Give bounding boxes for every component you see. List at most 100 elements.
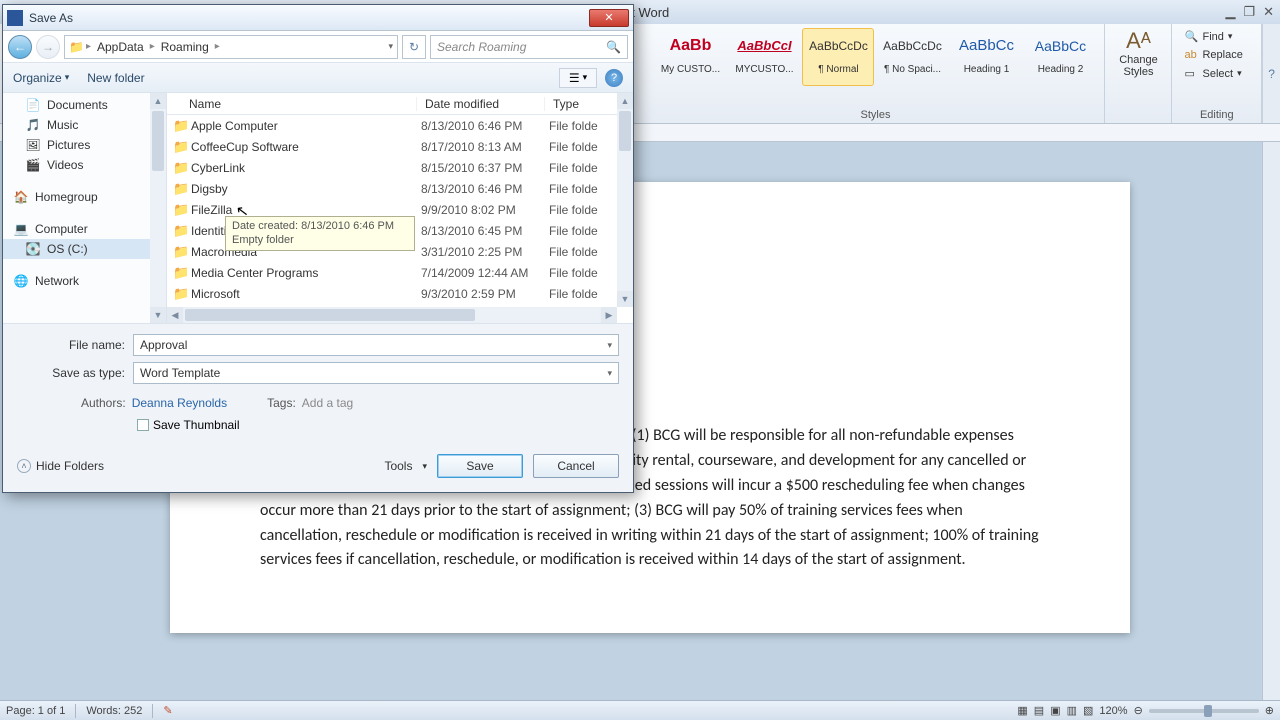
folder-icon: 📁 bbox=[173, 244, 191, 260]
editing-group-label: Editing bbox=[1180, 109, 1253, 121]
file-row[interactable]: 📁Apple Computer8/13/2010 6:46 PMFile fol… bbox=[167, 115, 633, 136]
file-row[interactable]: 📁Digsby8/13/2010 6:46 PMFile folde bbox=[167, 178, 633, 199]
view-draft-icon[interactable]: ▧ bbox=[1083, 704, 1093, 717]
scroll-down-icon[interactable]: ▼ bbox=[617, 291, 633, 307]
replace-button[interactable]: abReplace bbox=[1180, 47, 1246, 63]
save-thumbnail-label[interactable]: Save Thumbnail bbox=[153, 418, 240, 432]
vertical-scrollbar[interactable] bbox=[1262, 142, 1280, 700]
nav-item-music[interactable]: 🎵Music bbox=[3, 115, 166, 135]
style--normal[interactable]: AaBbCcDc¶ Normal bbox=[802, 28, 874, 86]
search-input[interactable]: Search Roaming 🔍 bbox=[430, 35, 628, 59]
style--no-spaci-[interactable]: AaBbCcDc¶ No Spaci... bbox=[876, 28, 948, 86]
filelist-hscrollbar[interactable]: ◀ ▶ bbox=[167, 307, 617, 323]
file-row[interactable]: 📁Media Center Programs7/14/2009 12:44 AM… bbox=[167, 262, 633, 283]
column-date[interactable]: Date modified bbox=[417, 97, 545, 111]
proofing-icon[interactable]: ✎ bbox=[163, 704, 172, 717]
dialog-fields: File name: Approval▾ Save as type: Word … bbox=[3, 323, 633, 446]
scroll-thumb[interactable] bbox=[619, 111, 631, 151]
minimize-icon[interactable]: ▁ bbox=[1225, 4, 1235, 20]
chevron-down-icon[interactable]: ▾ bbox=[607, 368, 612, 379]
dialog-titlebar[interactable]: Save As ✕ bbox=[3, 5, 633, 31]
zoom-slider[interactable] bbox=[1149, 709, 1259, 713]
file-row[interactable]: 📁Microsoft9/3/2010 2:59 PMFile folde bbox=[167, 283, 633, 304]
cancel-button[interactable]: Cancel bbox=[533, 454, 619, 478]
address-breadcrumb[interactable]: 📁▸ AppData▸ Roaming▸ ▾ bbox=[64, 35, 398, 59]
folder-icon: 📁 bbox=[69, 40, 84, 54]
scroll-down-icon[interactable]: ▼ bbox=[150, 307, 166, 323]
view-icon: ☰ bbox=[569, 71, 580, 85]
navigation-pane[interactable]: 📄Documents🎵Music🖼Pictures🎬Videos 🏠Homegro… bbox=[3, 93, 167, 323]
style-heading-1[interactable]: AaBbCcHeading 1 bbox=[950, 28, 1022, 86]
style-heading-2[interactable]: AaBbCcHeading 2 bbox=[1024, 28, 1096, 86]
savetype-select[interactable]: Word Template▾ bbox=[133, 362, 619, 384]
zoom-level[interactable]: 120% bbox=[1099, 705, 1127, 717]
folder-icon: 📁 bbox=[173, 223, 191, 239]
scroll-right-icon[interactable]: ▶ bbox=[601, 307, 617, 323]
authors-value[interactable]: Deanna Reynolds bbox=[132, 396, 227, 410]
select-button[interactable]: ▭Select ▾ bbox=[1180, 65, 1245, 82]
file-row[interactable]: 📁CoffeeCup Software8/17/2010 8:13 AMFile… bbox=[167, 136, 633, 157]
scroll-left-icon[interactable]: ◀ bbox=[167, 307, 183, 323]
tools-button[interactable]: Tools▾ bbox=[384, 459, 427, 473]
collapse-icon: ˄ bbox=[17, 459, 31, 473]
find-button[interactable]: 🔍Find ▾ bbox=[1180, 28, 1236, 45]
scroll-thumb[interactable] bbox=[152, 111, 164, 171]
navpane-scrollbar[interactable]: ▲ ▼ bbox=[150, 93, 166, 323]
restore-icon[interactable]: ❐ bbox=[1243, 4, 1255, 20]
find-icon: 🔍 bbox=[1184, 30, 1198, 43]
chevron-down-icon[interactable]: ▾ bbox=[388, 41, 393, 52]
view-read-icon[interactable]: ▤ bbox=[1034, 704, 1044, 717]
scroll-up-icon[interactable]: ▲ bbox=[150, 93, 166, 109]
folder-icon: 📁 bbox=[173, 181, 191, 197]
file-row[interactable]: 📁CyberLink8/15/2010 6:37 PMFile folde bbox=[167, 157, 633, 178]
styles-gallery[interactable]: AaBbMy CUSTO...AaBbCcIMYCUSTO...AaBbCcDc… bbox=[654, 28, 1096, 109]
tags-input[interactable]: Add a tag bbox=[302, 396, 353, 410]
save-thumbnail-checkbox[interactable] bbox=[137, 419, 149, 431]
help-icon[interactable]: ? bbox=[1262, 24, 1280, 123]
refresh-button[interactable]: ↻ bbox=[402, 35, 426, 59]
nav-item-computer[interactable]: 💻Computer bbox=[3, 219, 166, 239]
style-my-custo-[interactable]: AaBbMy CUSTO... bbox=[654, 28, 726, 86]
nav-item-os-c-[interactable]: 💽OS (C:) bbox=[3, 239, 166, 259]
organize-button[interactable]: Organize▾ bbox=[13, 71, 69, 85]
save-button[interactable]: Save bbox=[437, 454, 523, 478]
nav-icon: 💻 bbox=[13, 222, 29, 236]
new-folder-button[interactable]: New folder bbox=[87, 71, 144, 85]
forward-button[interactable]: → bbox=[36, 35, 60, 59]
style-mycusto-[interactable]: AaBbCcIMYCUSTO... bbox=[728, 28, 800, 86]
dialog-toolbar: Organize▾ New folder ☰▾ ? bbox=[3, 63, 633, 93]
view-web-icon[interactable]: ▣ bbox=[1050, 704, 1060, 717]
scroll-thumb[interactable] bbox=[185, 309, 475, 321]
nav-item-network[interactable]: 🌐Network bbox=[3, 271, 166, 291]
filelist-vscrollbar[interactable]: ▲ ▼ bbox=[617, 93, 633, 307]
breadcrumb-segment[interactable]: AppData bbox=[93, 40, 148, 54]
word-count[interactable]: Words: 252 bbox=[86, 705, 142, 717]
zoom-out-button[interactable]: ⊖ bbox=[1134, 704, 1143, 717]
view-print-icon[interactable]: ▦ bbox=[1017, 704, 1027, 717]
dialog-close-button[interactable]: ✕ bbox=[589, 9, 629, 27]
nav-icon: 🎵 bbox=[25, 118, 41, 132]
view-outline-icon[interactable]: ▥ bbox=[1067, 704, 1077, 717]
zoom-in-button[interactable]: ⊕ bbox=[1265, 704, 1274, 717]
change-styles-button[interactable]: Aᴬ Change Styles bbox=[1113, 28, 1163, 78]
savetype-label: Save as type: bbox=[11, 366, 133, 380]
page-indicator[interactable]: Page: 1 of 1 bbox=[6, 705, 65, 717]
back-button[interactable]: ← bbox=[8, 35, 32, 59]
chevron-down-icon[interactable]: ▾ bbox=[607, 340, 612, 351]
nav-item-homegroup[interactable]: 🏠Homegroup bbox=[3, 187, 166, 207]
breadcrumb-segment[interactable]: Roaming bbox=[157, 40, 213, 54]
hide-folders-button[interactable]: ˄ Hide Folders bbox=[17, 459, 104, 473]
help-button[interactable]: ? bbox=[605, 69, 623, 87]
nav-item-videos[interactable]: 🎬Videos bbox=[3, 155, 166, 175]
close-icon[interactable]: ✕ bbox=[1263, 4, 1274, 20]
nav-item-documents[interactable]: 📄Documents bbox=[3, 95, 166, 115]
folder-icon: 📁 bbox=[173, 286, 191, 302]
column-name[interactable]: Name bbox=[167, 97, 417, 111]
search-icon: 🔍 bbox=[606, 40, 621, 54]
scroll-up-icon[interactable]: ▲ bbox=[617, 93, 633, 109]
filename-input[interactable]: Approval▾ bbox=[133, 334, 619, 356]
view-options-button[interactable]: ☰▾ bbox=[559, 68, 597, 88]
file-list-header[interactable]: Name Date modified Type bbox=[167, 93, 633, 115]
replace-icon: ab bbox=[1184, 49, 1198, 61]
nav-item-pictures[interactable]: 🖼Pictures bbox=[3, 135, 166, 155]
